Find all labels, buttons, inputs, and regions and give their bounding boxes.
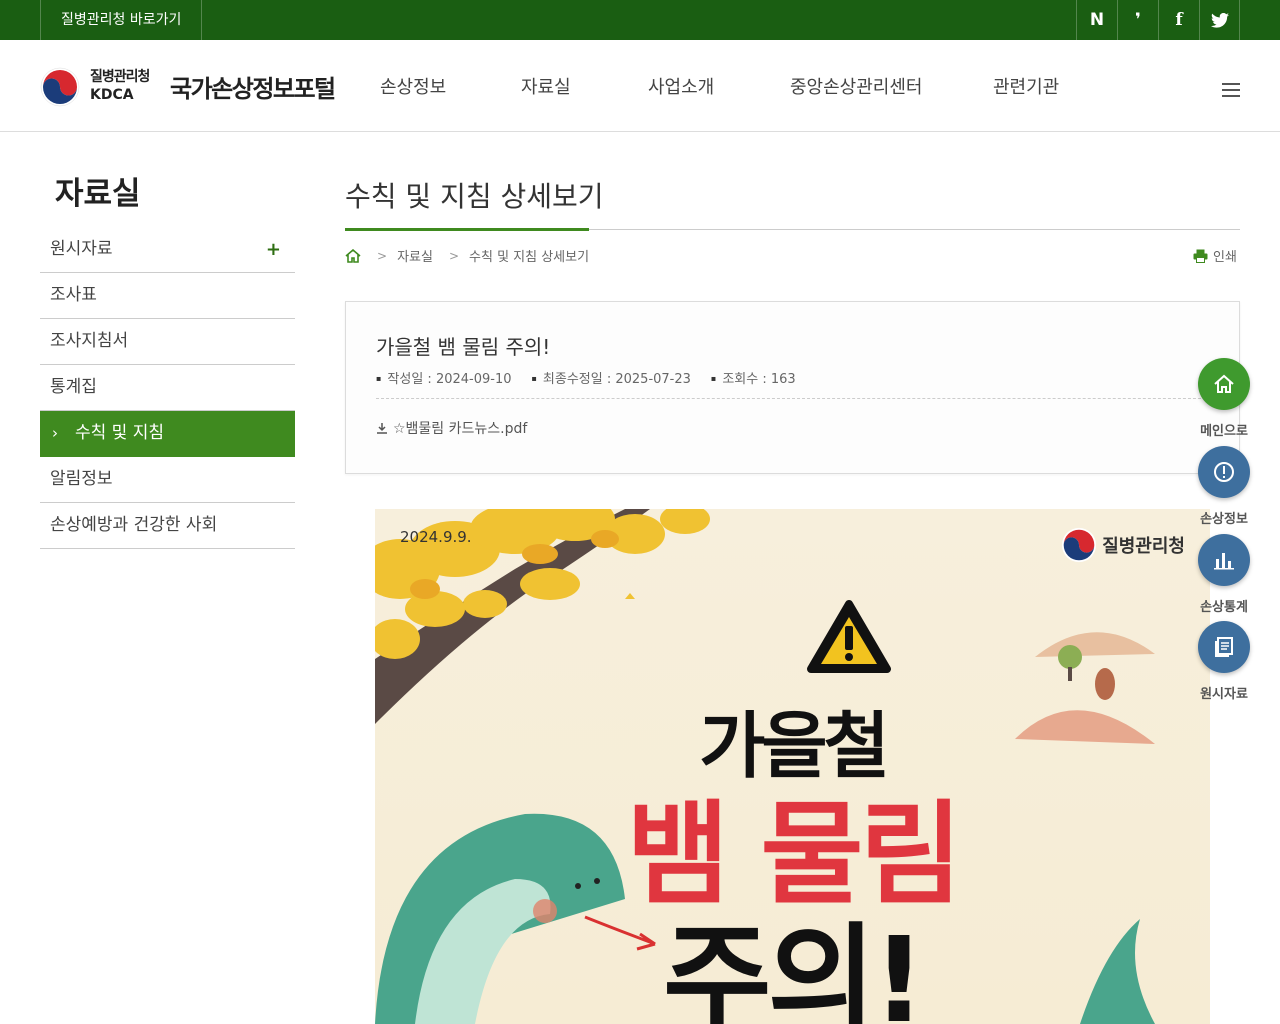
chevron-right-icon: › bbox=[52, 424, 58, 442]
portal-name[interactable]: 국가손상정보포털 bbox=[170, 69, 336, 104]
sns-links: N ❜ f bbox=[1076, 0, 1240, 40]
twitter-icon[interactable] bbox=[1199, 0, 1240, 40]
sidebar-item-label: 조사지침서 bbox=[50, 331, 129, 351]
attachment-filename: ☆뱀물림 카드뉴스.pdf bbox=[393, 421, 528, 437]
poster-headline-3: 주의! bbox=[663, 911, 926, 1024]
quick-menu-label: 원시자료 bbox=[1200, 687, 1248, 702]
post-meta: 작성일 : 2024-09-10 최종수정일 : 2025-07-23 조회수 … bbox=[376, 368, 816, 387]
sidebar-item-guidebook[interactable]: 조사지침서 bbox=[40, 319, 295, 365]
quick-menu-raw-data[interactable]: 원시자료 bbox=[1197, 621, 1251, 702]
plus-icon[interactable]: + bbox=[266, 227, 281, 272]
breadcrumb-item: 수칙 및 지침 상세보기 bbox=[469, 250, 590, 265]
hamburger-menu-icon[interactable] bbox=[1222, 83, 1240, 97]
gnb-item-library[interactable]: 자료실 bbox=[521, 73, 571, 99]
poster-org-logo: 질병관리청 bbox=[1061, 527, 1185, 563]
printer-icon bbox=[1193, 249, 1208, 263]
quick-menu-injury-info[interactable]: 손상정보 bbox=[1197, 446, 1251, 527]
bar-chart-icon[interactable] bbox=[1198, 534, 1250, 586]
home-icon[interactable] bbox=[1198, 358, 1250, 410]
quick-menu-label: 메인으로 bbox=[1200, 424, 1248, 439]
top-bar: 질병관리청 바로가기 N ❜ f bbox=[0, 0, 1280, 40]
quick-menu-main[interactable]: 메인으로 bbox=[1197, 358, 1251, 439]
sidebar-item-guidelines[interactable]: › 수칙 및 지침 bbox=[40, 411, 295, 457]
sidebar-item-label: 통계집 bbox=[50, 377, 97, 397]
sidebar-title: 자료실 bbox=[55, 176, 141, 212]
post-header-box: 가을철 뱀 물림 주의! 작성일 : 2024-09-10 최종수정일 : 20… bbox=[345, 301, 1240, 474]
logo-ko-text: 질병관리청 bbox=[90, 69, 150, 85]
sidebar-item-label: 알림정보 bbox=[50, 469, 113, 489]
naver-blog-icon[interactable]: N bbox=[1076, 0, 1117, 40]
poster-date: 2024.9.9. bbox=[400, 528, 472, 546]
quick-menu-statistics[interactable]: 손상통계 bbox=[1197, 534, 1251, 615]
attachment-link[interactable]: ☆뱀물림 카드뉴스.pdf bbox=[376, 418, 527, 438]
post-divider bbox=[376, 398, 1211, 399]
sidebar-menu: 원시자료 + 조사표 조사지침서 통계집 › 수칙 및 지침 알림정보 손상예방… bbox=[40, 227, 295, 549]
alert-icon[interactable] bbox=[1198, 446, 1250, 498]
card-news-poster-image: 2024.9.9. 질병관리청 가을철 뱀 물림 주의! bbox=[375, 509, 1210, 1024]
sidebar-item-label: 수칙 및 지침 bbox=[75, 423, 165, 443]
sidebar-item-label: 조사표 bbox=[50, 285, 97, 305]
quick-menu-label: 손상통계 bbox=[1200, 600, 1248, 615]
chevron-right-icon: > bbox=[448, 248, 460, 263]
chevron-right-icon: > bbox=[377, 248, 388, 263]
breadcrumb-item[interactable]: 자료실 bbox=[397, 246, 433, 265]
site-header: 질병관리청 KDCA 국가손상정보포털 손상정보 자료실 사업소개 중앙손상관리… bbox=[0, 40, 1280, 132]
created-date: 작성일 : 2024-09-10 bbox=[376, 368, 511, 387]
sidebar-item-raw-data[interactable]: 원시자료 + bbox=[40, 227, 295, 273]
print-button[interactable]: 인쇄 bbox=[1193, 246, 1237, 265]
home-icon[interactable] bbox=[345, 248, 361, 263]
view-count: 조회수 : 163 bbox=[711, 368, 795, 387]
kdca-logo-icon[interactable] bbox=[40, 67, 80, 107]
sidebar-item-notices[interactable]: 알림정보 bbox=[40, 457, 295, 503]
brunch-icon[interactable]: ❜ bbox=[1117, 0, 1158, 40]
kdca-logo-icon bbox=[1062, 527, 1097, 563]
sidebar-item-label: 원시자료 bbox=[50, 239, 113, 259]
document-icon[interactable] bbox=[1198, 621, 1250, 673]
sidebar-item-questionnaire[interactable]: 조사표 bbox=[40, 273, 295, 319]
breadcrumb: > 자료실 > 수칙 및 지침 상세보기 bbox=[345, 246, 589, 265]
facebook-icon[interactable]: f bbox=[1158, 0, 1199, 40]
poster-org-name: 질병관리청 bbox=[1102, 536, 1185, 557]
modified-date: 최종수정일 : 2025-07-23 bbox=[532, 368, 691, 387]
download-icon bbox=[377, 423, 387, 434]
kdca-logo-text[interactable]: 질병관리청 KDCA bbox=[90, 68, 150, 104]
quick-menu-label: 손상정보 bbox=[1200, 512, 1248, 527]
sidebar-item-label: 손상예방과 건강한 사회 bbox=[50, 515, 218, 535]
gnb-item-related[interactable]: 관련기관 bbox=[993, 73, 1059, 99]
print-label: 인쇄 bbox=[1213, 250, 1237, 265]
gnb-item-business[interactable]: 사업소개 bbox=[648, 73, 714, 99]
gnb-item-injury-info[interactable]: 손상정보 bbox=[380, 73, 446, 99]
title-divider-accent bbox=[345, 228, 589, 231]
gnb-item-center[interactable]: 중앙손상관리센터 bbox=[790, 73, 922, 99]
post-title: 가을철 뱀 물림 주의! bbox=[376, 335, 551, 359]
sidebar-item-healthy-society[interactable]: 손상예방과 건강한 사회 bbox=[40, 503, 295, 549]
logo-en-text: KDCA bbox=[90, 87, 134, 103]
kdca-shortcut-link[interactable]: 질병관리청 바로가기 bbox=[40, 0, 203, 40]
page-title: 수칙 및 지침 상세보기 bbox=[345, 180, 604, 213]
sidebar-item-statistics[interactable]: 통계집 bbox=[40, 365, 295, 411]
